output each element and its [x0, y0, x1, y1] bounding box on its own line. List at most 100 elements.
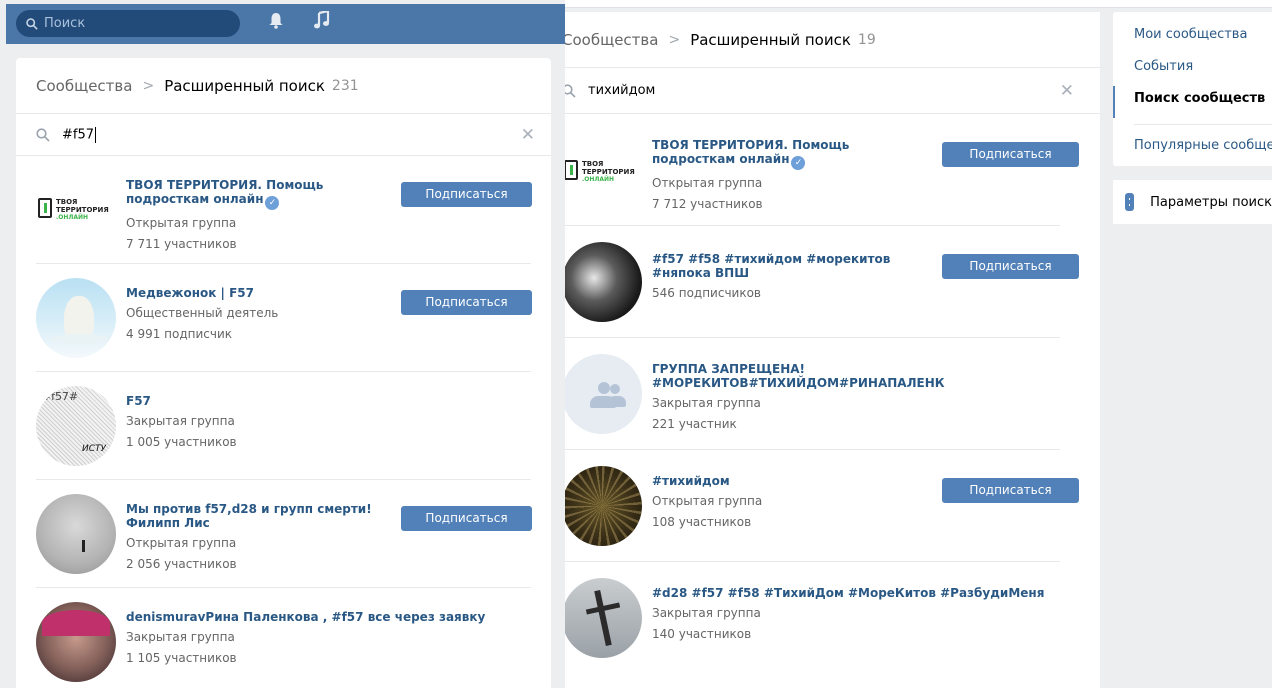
search-icon — [26, 17, 38, 30]
header-search-input[interactable]: Поиск — [44, 16, 85, 31]
right-screenshot: Сообщества > Расширенный поиск 19 тихийд… — [540, 0, 1272, 688]
list-item[interactable]: #тихийдом Открытая группа 108 участников… — [562, 450, 1079, 562]
group-type: Открытая группа — [126, 536, 237, 550]
users-icon — [584, 382, 626, 408]
results-count: 19 — [857, 31, 876, 48]
menu-item-events[interactable]: События — [1113, 54, 1272, 86]
search-query: #f57 — [62, 127, 95, 142]
group-name[interactable]: #f57 #f58 #тихийдом #морекитов #няпока В… — [652, 252, 932, 280]
breadcrumb-separator: > — [668, 31, 681, 48]
avatar-text: ИСТУ — [82, 444, 106, 454]
close-icon[interactable]: ✕ — [1060, 81, 1074, 101]
list-item[interactable]: ГРУППА ЗАПРЕЩЕНА! #МОРЕКИТОВ#ТИХИЙДОМ#РИ… — [562, 338, 1060, 450]
group-name[interactable]: ГРУППА ЗАПРЕЩЕНА! #МОРЕКИТОВ#ТИХИЙДОМ#РИ… — [652, 362, 1072, 390]
search-icon — [36, 127, 50, 142]
list-item[interactable]: Мы против f57,d28 и групп смерти! Филипп… — [36, 480, 532, 588]
breadcrumb-parent[interactable]: Сообщества — [36, 77, 132, 95]
group-type: Закрытая группа — [652, 396, 761, 410]
list-item[interactable]: denismuravРина Паленкова , #f57 все чере… — [36, 588, 531, 688]
group-avatar[interactable]: ТВОЯ ТЕРРИТОРИЯ .ОНЛАЙН — [562, 132, 642, 212]
subscribe-button[interactable]: Подписаться — [401, 290, 532, 315]
person-avatar[interactable] — [36, 278, 116, 358]
list-item[interactable]: з#f57# ИСТУ F57 Закрытая группа 1 005 уч… — [36, 372, 531, 480]
menu-divider — [1134, 124, 1272, 125]
group-type: Открытая группа — [652, 176, 763, 190]
search-params-label: Параметры поиск — [1150, 194, 1272, 210]
left-search-panel: Сообщества > Расширенный поиск 231 #f57 … — [16, 58, 551, 688]
subscribe-button[interactable]: Подписаться — [942, 478, 1079, 503]
text-cursor — [95, 126, 97, 143]
member-count: 1 005 участников — [126, 435, 237, 449]
right-search-panel: Сообщества > Расширенный поиск 19 тихийд… — [540, 12, 1100, 688]
group-name[interactable]: Мы против f57,d28 и групп смерти! Филипп… — [126, 502, 396, 530]
group-name[interactable]: ТВОЯ ТЕРРИТОРИЯ. Помощь подросткам онлай… — [652, 138, 849, 166]
list-item[interactable]: #f57 #f58 #тихийдом #морекитов #няпока В… — [562, 226, 1079, 338]
search-field[interactable]: #f57 ✕ — [16, 114, 551, 156]
avatar-text: з#f57# — [36, 390, 79, 403]
group-name[interactable]: denismuravРина Паленкова , #f57 все чере… — [126, 610, 526, 624]
logo-text: ТЕРРИТОРИЯ — [56, 206, 109, 214]
results-list: ТВОЯ ТЕРРИТОРИЯ .ОНЛАЙН ТВОЯ ТЕРРИТОРИЯ. … — [16, 156, 551, 688]
search-field[interactable]: тихийдом ✕ — [540, 68, 1100, 114]
search-input[interactable]: тихийдом — [588, 83, 655, 98]
side-menu: Мои сообщества События Поиск сообществ П… — [1113, 12, 1272, 166]
close-icon[interactable]: ✕ — [521, 125, 535, 145]
member-count: 7 712 участников — [652, 197, 763, 211]
results-list: ТВОЯ ТЕРРИТОРИЯ .ОНЛАЙН ТВОЯ ТЕРРИТОРИЯ. … — [540, 114, 1100, 674]
bell-icon[interactable] — [268, 12, 284, 29]
group-avatar[interactable] — [562, 354, 642, 434]
subscribe-button[interactable]: Подписаться — [942, 142, 1079, 167]
group-name[interactable]: ТВОЯ ТЕРРИТОРИЯ. Помощь подросткам онлай… — [126, 178, 323, 206]
breadcrumb-parent[interactable]: Сообщества — [562, 31, 658, 49]
group-type: Закрытая группа — [126, 414, 235, 428]
member-count: 221 участник — [652, 417, 737, 431]
search-input[interactable]: #f57 — [62, 126, 97, 143]
sliders-icon — [1125, 193, 1135, 211]
menu-item-my-communities[interactable]: Мои сообщества — [1113, 22, 1272, 54]
group-avatar[interactable] — [562, 578, 642, 658]
group-name[interactable]: #d28 #f57 #f58 #ТихийДом #МореКитов #Раз… — [652, 586, 1072, 600]
breadcrumb: Сообщества > Расширенный поиск 231 — [16, 58, 551, 114]
list-item[interactable]: Медвежонок | F57 Общественный деятель 4 … — [36, 264, 532, 372]
breadcrumb-separator: > — [142, 77, 155, 94]
menu-item-popular[interactable]: Популярные сообще — [1113, 133, 1272, 165]
list-item[interactable]: ТВОЯ ТЕРРИТОРИЯ .ОНЛАЙН ТВОЯ ТЕРРИТОРИЯ. … — [562, 114, 1079, 226]
subscribe-button[interactable]: Подписаться — [401, 182, 532, 207]
menu-item-community-search[interactable]: Поиск сообществ — [1113, 86, 1272, 118]
group-name[interactable]: F57 — [126, 394, 396, 408]
top-bar: Поиск — [6, 4, 565, 44]
follower-count: 4 991 подписчик — [126, 327, 233, 341]
subscribe-button[interactable]: Подписаться — [942, 254, 1079, 279]
group-type: Закрытая группа — [652, 606, 761, 620]
group-avatar[interactable]: ТВОЯ ТЕРРИТОРИЯ .ОНЛАЙН — [36, 170, 116, 250]
list-item[interactable]: ТВОЯ ТЕРРИТОРИЯ .ОНЛАЙН ТВОЯ ТЕРРИТОРИЯ. … — [36, 156, 532, 264]
door-logo-icon — [564, 160, 578, 180]
group-name[interactable]: #тихийдом — [652, 474, 932, 488]
group-avatar[interactable] — [562, 242, 642, 322]
right-top-strip — [540, 0, 1272, 8]
member-count: 546 подписчиков — [652, 286, 761, 300]
group-type: Открытая группа — [652, 494, 763, 508]
page-category: Общественный деятель — [126, 306, 279, 320]
group-avatar[interactable] — [36, 494, 116, 574]
logo-text: .ОНЛАЙН — [56, 214, 89, 221]
group-avatar[interactable]: з#f57# ИСТУ — [36, 386, 116, 466]
header-search[interactable]: Поиск — [16, 10, 240, 37]
member-count: 1 105 участников — [126, 651, 237, 665]
breadcrumb: Сообщества > Расширенный поиск 19 — [540, 12, 1100, 68]
verified-icon: ✓ — [791, 156, 806, 170]
results-count: 231 — [331, 77, 359, 94]
group-type: Открытая группа — [126, 216, 237, 230]
logo-text: ТВОЯ — [56, 198, 78, 206]
search-params-button[interactable]: Параметры поиск — [1113, 180, 1272, 224]
music-icon[interactable] — [314, 11, 330, 29]
group-avatar[interactable] — [36, 602, 116, 682]
page-name[interactable]: Медвежонок | F57 — [126, 286, 396, 300]
verified-icon: ✓ — [265, 196, 280, 210]
logo-text: ТЕРРИТОРИЯ — [582, 168, 635, 176]
subscribe-button[interactable]: Подписаться — [401, 506, 532, 531]
group-avatar[interactable] — [562, 466, 642, 546]
logo-text: ТВОЯ — [582, 160, 604, 168]
breadcrumb-current: Расширенный поиск — [164, 76, 325, 95]
list-item[interactable]: #d28 #f57 #f58 #ТихийДом #МореКитов #Раз… — [562, 562, 1060, 674]
